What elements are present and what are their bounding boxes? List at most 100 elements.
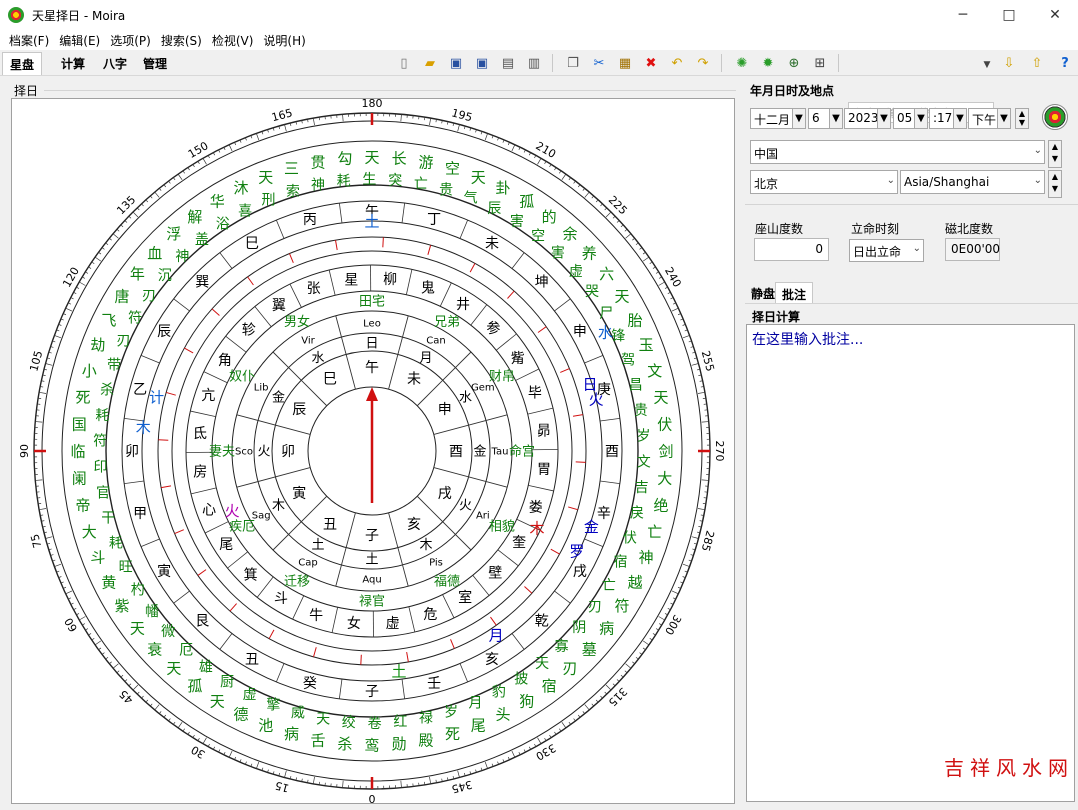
tab-calculate[interactable]: 计算: [54, 52, 92, 75]
maximize-button[interactable]: □: [986, 0, 1032, 30]
year-dropdown-icon[interactable]: ▼: [877, 108, 891, 129]
star-name-label: 气: [464, 191, 478, 207]
menu-help[interactable]: 说明(H): [258, 32, 310, 49]
copy-icon[interactable]: ❐: [564, 54, 582, 72]
star-chart[interactable]: 0153045607590105120135150165180195210225…: [12, 99, 734, 803]
star-name-label: 文: [637, 454, 651, 470]
cut-icon[interactable]: ✂: [590, 54, 608, 72]
paste-icon[interactable]: ▦: [616, 54, 634, 72]
mansion-tick: [247, 276, 254, 286]
save-icon[interactable]: ▣: [447, 54, 465, 72]
hour-dropdown-icon[interactable]: ▼: [914, 108, 928, 129]
tab-bazi[interactable]: 八字: [96, 52, 134, 75]
star-name-label: 死: [445, 725, 460, 743]
degree-tick: [65, 590, 73, 595]
degree-tick: [284, 124, 287, 132]
star-name-label: 戾: [630, 506, 644, 522]
degree-tick: [88, 266, 92, 269]
degree-tick: [177, 721, 183, 729]
star-name-label: 卦: [496, 179, 511, 197]
menu-view[interactable]: 检视(V): [207, 32, 259, 49]
country-select[interactable]: 中国 ⌄: [750, 140, 1045, 164]
month-select[interactable]: 十二月: [750, 108, 793, 129]
ampm-select[interactable]: 下午: [968, 108, 998, 129]
hour-select[interactable]: 05: [893, 108, 915, 129]
star-name-label: 伏: [657, 415, 672, 433]
palace-sign-label: Can: [426, 336, 445, 347]
print-preview-icon[interactable]: ▥: [525, 54, 543, 72]
mansion-divider: [190, 487, 217, 495]
star-name-label: 刑: [262, 192, 276, 208]
star-name-label: 绞: [342, 714, 356, 731]
degree-tick: [182, 170, 185, 174]
minimize-button[interactable]: ─: [940, 0, 986, 30]
ascendant-select[interactable]: 日出立命 ⌄: [849, 239, 924, 262]
timezone-scroll[interactable]: ▲ ▼: [1048, 170, 1062, 198]
tab-chart[interactable]: 星盘: [2, 52, 43, 75]
chart-a-icon[interactable]: ✺: [733, 54, 751, 72]
mansion-divider: [470, 304, 488, 326]
menu-options[interactable]: 选项(P): [105, 32, 156, 49]
palace-branch-label: 未: [407, 371, 421, 387]
mansion-tick: [211, 308, 220, 316]
degree-tick: [98, 647, 102, 650]
palace-sign-label: Vir: [301, 336, 315, 347]
open-folder-icon[interactable]: ▰: [421, 54, 439, 72]
new-file-icon[interactable]: ▯: [395, 54, 413, 72]
country-scroll[interactable]: ▲ ▼: [1048, 140, 1062, 168]
find-icon[interactable]: ⇩: [1000, 54, 1018, 72]
mountain-label: 癸: [303, 676, 317, 692]
chart-b-icon[interactable]: ✹: [759, 54, 777, 72]
menu-edit[interactable]: 编辑(E): [54, 32, 105, 49]
degree-tick: [658, 623, 662, 626]
mansion-label: 奎: [512, 535, 526, 551]
note-textarea[interactable]: 在这里输入批注...: [746, 324, 1075, 802]
palace-house-label: 兄弟: [434, 315, 460, 330]
search-dropdown-icon[interactable]: ▼: [978, 56, 996, 74]
delete-icon[interactable]: ✖: [642, 54, 660, 72]
day-dropdown-icon[interactable]: ▼: [829, 108, 843, 129]
degree-tick: [649, 261, 653, 264]
tab-notes[interactable]: 批注: [775, 282, 814, 304]
degree-tick: [109, 238, 112, 241]
chart-c-icon[interactable]: ⊕: [785, 54, 803, 72]
close-button[interactable]: ✕: [1032, 0, 1078, 30]
undo-icon[interactable]: ↶: [668, 54, 686, 72]
minute-dropdown-icon[interactable]: ▼: [953, 108, 967, 129]
palace-branch-label: 子: [365, 528, 379, 544]
find-next-icon[interactable]: ⇧: [1028, 54, 1046, 72]
magnetic-value[interactable]: 0E00'00: [945, 238, 1000, 261]
star-name-label: 微: [161, 624, 175, 640]
year-select[interactable]: 2023: [844, 108, 878, 129]
star-name-label: 耗: [337, 174, 351, 190]
star-name-label: 天: [210, 692, 225, 710]
star-name-label: 带: [107, 358, 121, 374]
star-name-label: 月: [468, 696, 482, 712]
star-name-label: 空: [445, 160, 460, 178]
mansion-label: 鬼: [421, 280, 435, 296]
menu-search[interactable]: 搜索(S): [156, 32, 207, 49]
save-as-icon[interactable]: ▣: [473, 54, 491, 72]
mansion-divider: [408, 606, 416, 633]
redo-icon[interactable]: ↷: [694, 54, 712, 72]
sitting-input[interactable]: 0: [754, 238, 829, 261]
print-icon[interactable]: ▤: [499, 54, 517, 72]
menu-file[interactable]: 档案(F): [4, 32, 54, 49]
timezone-select[interactable]: Asia/Shanghai ⌄: [900, 170, 1045, 194]
star-chart-frame[interactable]: 0 15 30 45 60 75 90 105 120 135 150 165 180 195 210 225…: [11, 98, 735, 804]
title-bar: 天星择日 - Moira ─ □ ✕: [0, 0, 1078, 30]
star-name-label: 神: [175, 249, 189, 265]
ampm-dropdown-icon[interactable]: ▼: [997, 108, 1011, 129]
time-spinner[interactable]: ▲ ▼: [1015, 108, 1029, 129]
degree-tick: [625, 663, 632, 669]
chart-d-icon[interactable]: ⊞: [811, 54, 829, 72]
planet-label: 木: [136, 418, 151, 436]
palace-house-label: 命宫: [509, 444, 535, 460]
tab-manage[interactable]: 管理: [136, 52, 174, 75]
city-select[interactable]: 北京 ⌄: [750, 170, 898, 194]
minute-select[interactable]: :17: [929, 108, 954, 129]
day-select[interactable]: 6: [808, 108, 830, 129]
help-icon[interactable]: ?: [1056, 54, 1074, 72]
month-dropdown-icon[interactable]: ▼: [792, 108, 806, 129]
now-button[interactable]: [1042, 104, 1068, 130]
